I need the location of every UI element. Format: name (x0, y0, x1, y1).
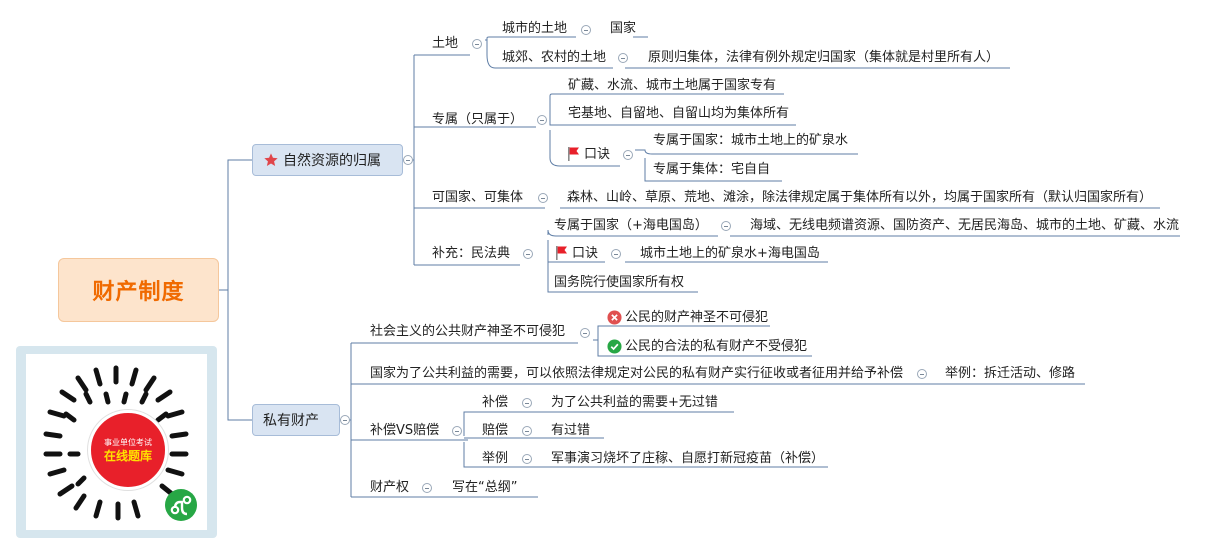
node-exclusive-mnemonic[interactable]: 口诀 (584, 147, 610, 163)
node-right-statement[interactable]: 公民的合法的私有财产不受侵犯 (625, 339, 807, 355)
promo-qr-card[interactable]: 事业单位考试 在线题库 (16, 346, 217, 538)
node-expropriation[interactable]: 国家为了公共利益的需要，可以依照法律规定对公民的私有财产实行征收或者征用并给予补… (370, 366, 903, 382)
branch-natural-resources-label: 自然资源的归属 (283, 153, 381, 169)
branch-natural-resources[interactable]: 自然资源的归属 (252, 144, 403, 176)
check-icon (607, 339, 622, 354)
flag-icon (568, 147, 579, 161)
node-wrong-statement[interactable]: 公民的财产神圣不可侵犯 (625, 310, 768, 326)
collapse-icon[interactable] (472, 39, 482, 49)
mini-program-icon (165, 489, 197, 521)
node-exclusive-item1[interactable]: 矿藏、水流、城市土地属于国家专有 (568, 78, 776, 94)
qr-code: 事业单位考试 在线题库 (26, 354, 207, 530)
collapse-icon[interactable] (611, 249, 621, 259)
collapse-icon[interactable] (403, 155, 413, 165)
collapse-icon[interactable] (917, 369, 927, 379)
node-civil-state-value[interactable]: 海域、无线电频谱资源、国防资产、无居民海岛、城市的土地、矿藏、水流 (750, 218, 1179, 234)
node-comp-label[interactable]: 补偿 (482, 395, 508, 411)
collapse-icon[interactable] (422, 483, 432, 493)
node-city-land-value[interactable]: 国家 (610, 21, 636, 37)
node-ex-label[interactable]: 举例 (482, 451, 508, 467)
node-exclusive-item2[interactable]: 宅基地、自留地、自留山均为集体所有 (568, 106, 789, 122)
collapse-icon[interactable] (580, 328, 590, 338)
collapse-icon[interactable] (522, 454, 532, 464)
node-city-land[interactable]: 城市的土地 (502, 21, 567, 37)
collapse-icon[interactable] (623, 150, 633, 160)
node-civil-mnemonic-value[interactable]: 城市土地上的矿泉水+海电国岛 (640, 246, 820, 262)
collapse-icon[interactable] (523, 249, 533, 259)
cross-icon (607, 310, 622, 325)
root-node[interactable]: 财产制度 (58, 258, 219, 322)
node-civil-council[interactable]: 国务院行使国家所有权 (554, 275, 684, 291)
node-exclusive[interactable]: 专属（只属于） (432, 112, 523, 128)
node-sacred-public[interactable]: 社会主义的公共财产神圣不可侵犯 (370, 324, 565, 340)
collapse-icon[interactable] (522, 426, 532, 436)
branch-private-property[interactable]: 私有财产 (252, 404, 340, 436)
collapse-icon[interactable] (721, 221, 731, 231)
node-expropriation-example[interactable]: 举例：拆迁活动、修路 (945, 366, 1075, 382)
node-indem-value[interactable]: 有过错 (551, 423, 590, 439)
node-ex-value[interactable]: 军事演习烧坏了庄稼、自愿打新冠疫苗（补偿） (551, 451, 824, 467)
branch-private-property-label: 私有财产 (263, 413, 319, 429)
node-property-right-value[interactable]: 写在“总纲” (452, 480, 517, 496)
root-label: 财产制度 (92, 280, 185, 305)
node-rural-land-value[interactable]: 原则归集体，法律有例外规定归国家（集体就是村里所有人） (648, 50, 999, 66)
collapse-icon[interactable] (538, 193, 548, 203)
node-compensation-vs[interactable]: 补偿VS赔偿 (370, 423, 439, 439)
connector-root-branch2 (227, 290, 252, 421)
collapse-icon[interactable] (581, 25, 591, 35)
star-icon (264, 153, 278, 166)
collapse-icon[interactable] (618, 53, 628, 63)
node-land[interactable]: 土地 (432, 36, 458, 52)
node-civil-code[interactable]: 补充：民法典 (432, 246, 510, 262)
promo-line2: 在线题库 (103, 448, 152, 463)
collapse-icon[interactable] (452, 426, 462, 436)
node-mnemonic-state[interactable]: 专属于国家：城市土地上的矿泉水 (653, 133, 848, 149)
node-either-value[interactable]: 森林、山岭、草原、荒地、滩涂，除法律规定属于集体所有以外，均属于国家所有（默认归… (567, 190, 1152, 206)
node-civil-mnemonic[interactable]: 口诀 (572, 246, 598, 262)
promo-line1: 事业单位考试 (104, 437, 152, 447)
node-mnemonic-collective[interactable]: 专属于集体：宅自自 (653, 162, 770, 178)
node-comp-value[interactable]: 为了公共利益的需要+无过错 (551, 395, 718, 411)
collapse-icon[interactable] (340, 415, 350, 425)
node-property-right[interactable]: 财产权 (370, 480, 409, 496)
promo-badge: 事业单位考试 在线题库 (88, 410, 168, 490)
node-civil-state[interactable]: 专属于国家（+海电国岛） (554, 218, 708, 234)
node-either[interactable]: 可国家、可集体 (432, 190, 523, 206)
node-rural-land[interactable]: 城郊、农村的土地 (502, 50, 606, 66)
connector-root-branch1 (219, 159, 252, 291)
flag-icon (556, 246, 567, 260)
collapse-icon[interactable] (522, 398, 532, 408)
node-indem-label[interactable]: 赔偿 (482, 423, 508, 439)
collapse-icon[interactable] (537, 115, 547, 125)
